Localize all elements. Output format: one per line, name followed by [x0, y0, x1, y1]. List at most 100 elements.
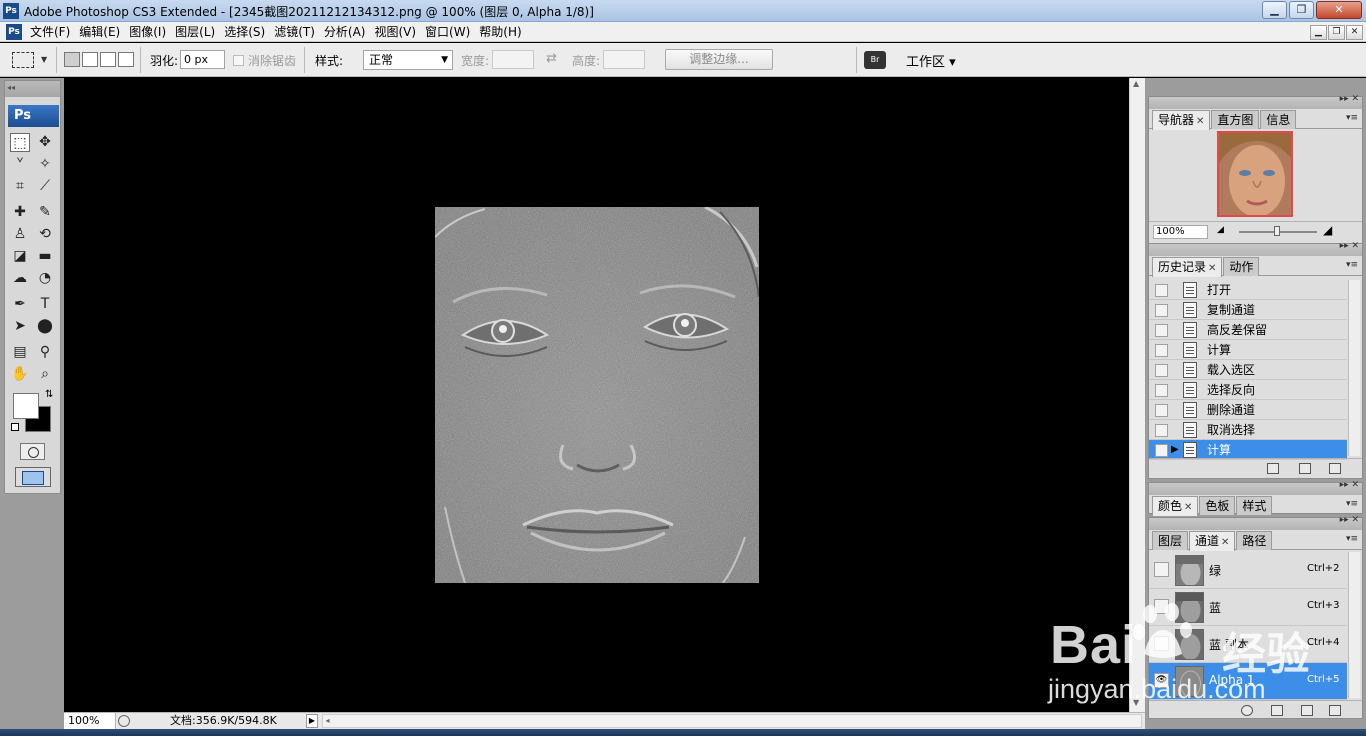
- status-menu-arrow-icon[interactable]: ▶: [306, 714, 318, 728]
- history-brush-tool-icon[interactable]: ⟲: [35, 225, 55, 244]
- notes-tool-icon[interactable]: ▤: [10, 343, 30, 362]
- history-item[interactable]: 打开: [1149, 280, 1347, 300]
- tab-paths[interactable]: 路径: [1236, 531, 1273, 550]
- clone-stamp-tool-icon[interactable]: ♙: [10, 225, 30, 244]
- close-tab-icon[interactable]: ✕: [1196, 116, 1204, 127]
- zoom-tool-icon[interactable]: ⌕: [35, 365, 55, 384]
- menu-view[interactable]: 视图(V): [372, 24, 423, 40]
- snapshot-camera-icon[interactable]: [1299, 463, 1311, 474]
- quick-mask-button[interactable]: [20, 443, 45, 460]
- preset-dropdown-icon[interactable]: ▼: [41, 55, 47, 64]
- swap-dimensions-icon[interactable]: ⇄: [546, 51, 557, 66]
- history-brush-source-checkbox[interactable]: [1155, 364, 1168, 377]
- history-brush-source-checkbox[interactable]: [1155, 424, 1168, 437]
- zoom-out-icon[interactable]: ◢: [1217, 225, 1224, 235]
- hand-tool-icon[interactable]: ✋: [10, 365, 30, 384]
- lasso-tool-icon[interactable]: ᘁ: [10, 155, 30, 174]
- document-icon[interactable]: Ps: [6, 24, 22, 40]
- panel-header[interactable]: ▸▸ ✕: [1149, 515, 1362, 530]
- tab-actions[interactable]: 动作: [1223, 257, 1260, 276]
- doc-restore-button[interactable]: ❐: [1328, 25, 1345, 40]
- collapse-panel-icon[interactable]: ▸▸ ✕: [1340, 480, 1359, 490]
- navigator-zoom-field[interactable]: 100%: [1153, 225, 1208, 239]
- feather-input[interactable]: 0 px: [180, 50, 225, 69]
- path-selection-tool-icon[interactable]: ➤: [10, 317, 30, 336]
- tab-channels[interactable]: 通道 ✕: [1189, 531, 1236, 551]
- panel-menu-icon[interactable]: ▾≡: [1346, 260, 1358, 270]
- history-brush-source-checkbox[interactable]: [1155, 324, 1168, 337]
- bridge-icon[interactable]: Br: [864, 51, 886, 69]
- scroll-down-icon[interactable]: ▼: [1133, 698, 1139, 707]
- screen-mode-button[interactable]: [15, 467, 51, 487]
- type-tool-icon[interactable]: T: [35, 295, 55, 314]
- tab-histogram[interactable]: 直方图: [1211, 110, 1260, 129]
- zoom-slider-handle[interactable]: [1274, 226, 1280, 236]
- gradient-tool-icon[interactable]: ▬: [35, 247, 55, 266]
- antialias-checkbox[interactable]: [233, 55, 244, 66]
- history-item-selected[interactable]: ▶ 计算: [1149, 440, 1347, 460]
- zoom-in-icon[interactable]: ◢: [1323, 223, 1332, 237]
- tab-swatches[interactable]: 色板: [1199, 496, 1236, 515]
- rectangular-marquee-tool-icon[interactable]: ⬚: [10, 133, 30, 152]
- history-brush-source-checkbox[interactable]: [1155, 344, 1168, 357]
- trash-icon[interactable]: [1329, 705, 1341, 716]
- document-image[interactable]: [435, 207, 759, 583]
- menu-window[interactable]: 窗口(W): [423, 24, 477, 40]
- collapse-panel-icon[interactable]: ▸▸ ✕: [1340, 241, 1359, 251]
- close-button[interactable]: ✕: [1316, 1, 1362, 19]
- channel-row-alpha-1[interactable]: 👁 Alpha 1 Ctrl+5: [1149, 663, 1347, 700]
- history-brush-source-checkbox[interactable]: [1155, 304, 1168, 317]
- scroll-up-icon[interactable]: ▲: [1133, 79, 1139, 88]
- tab-color[interactable]: 颜色 ✕: [1152, 496, 1199, 516]
- subtract-selection-button[interactable]: [100, 52, 116, 67]
- collapse-panel-icon[interactable]: ▸▸ ✕: [1340, 515, 1359, 525]
- history-item[interactable]: 复制通道: [1149, 300, 1347, 320]
- close-tab-icon[interactable]: ✕: [1184, 502, 1192, 513]
- slice-tool-icon[interactable]: ⟋: [35, 177, 55, 196]
- history-item[interactable]: 删除通道: [1149, 400, 1347, 420]
- pen-tool-icon[interactable]: ✒: [10, 295, 30, 314]
- panel-menu-icon[interactable]: ▾≡: [1346, 499, 1358, 509]
- channel-row-blue-copy[interactable]: 蓝 副本 Ctrl+4: [1149, 626, 1347, 663]
- collapse-panel-icon[interactable]: ▸▸ ✕: [1340, 94, 1359, 104]
- close-tab-icon[interactable]: ✕: [1208, 263, 1216, 274]
- height-input[interactable]: [603, 50, 645, 69]
- canvas-vertical-scrollbar[interactable]: ▲ ▼: [1129, 78, 1145, 712]
- menu-analysis[interactable]: 分析(A): [322, 24, 373, 40]
- menu-file[interactable]: 文件(F): [28, 24, 77, 40]
- ellipse-tool-icon[interactable]: ⬤: [35, 317, 55, 336]
- workspace-menu[interactable]: 工作区 ▾: [906, 51, 956, 70]
- channels-scrollbar[interactable]: [1348, 552, 1360, 698]
- history-item[interactable]: 高反差保留: [1149, 320, 1347, 340]
- menu-layer[interactable]: 图层(L): [173, 24, 222, 40]
- doc-minimize-button[interactable]: ▁: [1310, 25, 1327, 40]
- save-selection-as-channel-icon[interactable]: [1271, 705, 1283, 716]
- maximize-button[interactable]: ❐: [1289, 1, 1314, 19]
- panel-menu-icon[interactable]: ▾≡: [1346, 534, 1358, 544]
- navigator-thumbnail[interactable]: [1217, 131, 1293, 217]
- history-item[interactable]: 选择反向: [1149, 380, 1347, 400]
- menu-help[interactable]: 帮助(H): [477, 24, 528, 40]
- channel-row-blue[interactable]: 蓝 Ctrl+3: [1149, 589, 1347, 626]
- visibility-toggle[interactable]: [1154, 636, 1169, 651]
- eye-icon[interactable]: 👁: [1154, 673, 1169, 688]
- close-tab-icon[interactable]: ✕: [1221, 537, 1229, 548]
- minimize-button[interactable]: ▁: [1262, 1, 1287, 19]
- history-brush-source-checkbox[interactable]: [1155, 284, 1168, 297]
- zoom-level-field[interactable]: 100%: [64, 713, 116, 729]
- eyedropper-tool-icon[interactable]: ⚲: [35, 343, 55, 362]
- visibility-toggle[interactable]: [1154, 599, 1169, 614]
- tab-history[interactable]: 历史记录 ✕: [1152, 257, 1223, 277]
- new-channel-icon[interactable]: [1301, 705, 1313, 716]
- move-tool-icon[interactable]: ✥: [35, 133, 55, 152]
- tab-layers[interactable]: 图层: [1152, 531, 1189, 550]
- status-info-icon[interactable]: [118, 715, 130, 727]
- new-selection-button[interactable]: [64, 52, 80, 67]
- history-brush-source-checkbox[interactable]: [1155, 384, 1168, 397]
- toolbox-grip[interactable]: ◂◂: [5, 81, 60, 97]
- dodge-tool-icon[interactable]: ◔: [35, 269, 55, 288]
- load-channel-as-selection-icon[interactable]: [1241, 705, 1253, 716]
- foreground-color-swatch[interactable]: [13, 393, 39, 419]
- doc-close-button[interactable]: ✕: [1346, 25, 1363, 40]
- history-brush-source-checkbox[interactable]: [1155, 404, 1168, 417]
